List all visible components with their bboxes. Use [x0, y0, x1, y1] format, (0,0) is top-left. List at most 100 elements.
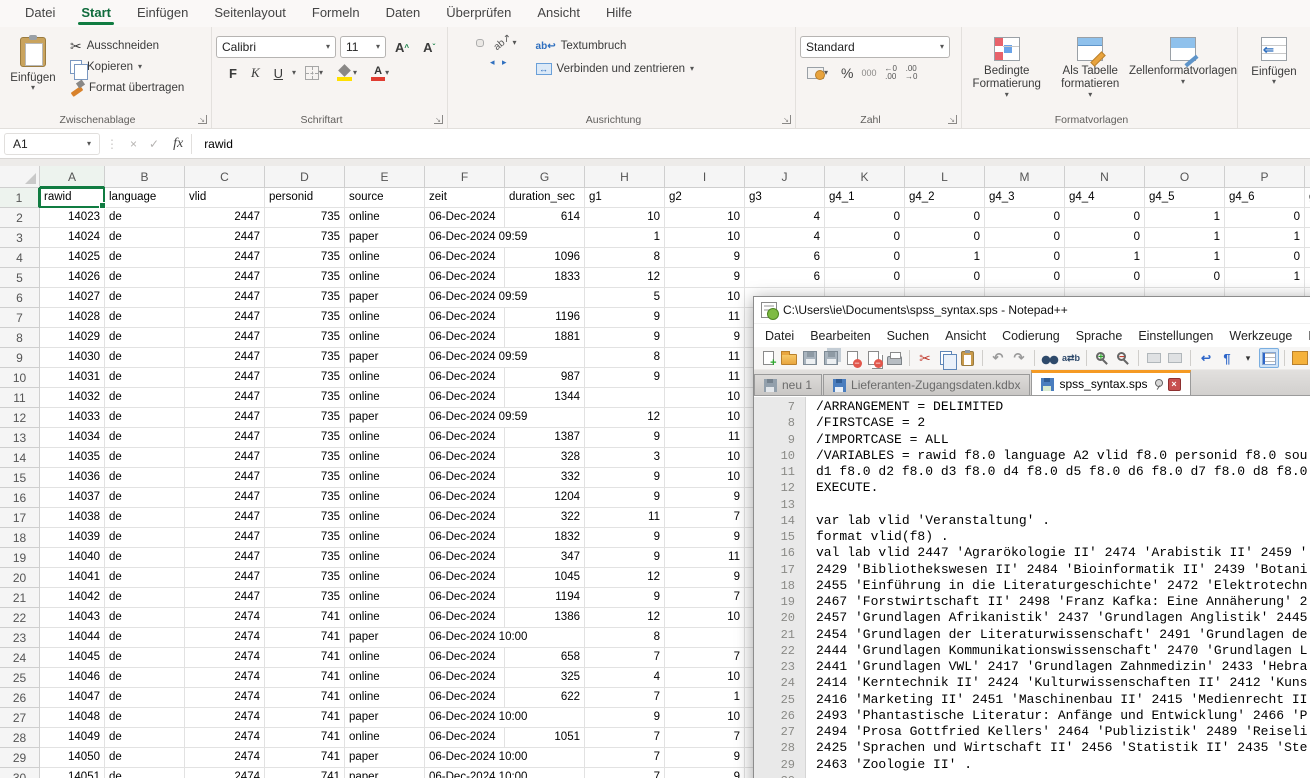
cell-H13[interactable]: 9 [585, 428, 665, 448]
cell-B25[interactable]: de [105, 668, 185, 688]
code-line[interactable]: 2463 'Zoologie II' . [816, 757, 1310, 773]
font-size-select[interactable]: 11▾ [340, 36, 386, 58]
ribbon-tab-start[interactable]: Start [68, 0, 124, 27]
row-header-15[interactable]: 15 [0, 468, 40, 488]
cell-F9[interactable]: 06-Dec-2024 09:59 [425, 348, 505, 368]
cell-C7[interactable]: 2447 [185, 308, 265, 328]
code-line[interactable]: 2441 'Grundlagen VWL' 2417 'Grundlagen Z… [816, 659, 1310, 675]
cell-H15[interactable]: 9 [585, 468, 665, 488]
cell-I23[interactable] [665, 628, 745, 648]
cell-O4[interactable]: 1 [1145, 248, 1225, 268]
notepad-window[interactable]: C:\Users\ie\Documents\spss_syntax.sps - … [753, 296, 1310, 778]
cell-E6[interactable]: paper [345, 288, 425, 308]
cell-B15[interactable]: de [105, 468, 185, 488]
cell-I19[interactable]: 11 [665, 548, 745, 568]
code-line[interactable]: EXECUTE. [816, 480, 1310, 496]
find-button[interactable] [1040, 348, 1060, 368]
sync-scroll-h-button[interactable] [1165, 348, 1185, 368]
row-header-19[interactable]: 19 [0, 548, 40, 568]
comma-style-button[interactable]: 000 [861, 68, 876, 78]
row-header-12[interactable]: 12 [0, 408, 40, 428]
code-line[interactable]: /ARRANGEMENT = DELIMITED [816, 399, 1310, 415]
borders-button[interactable]: ▾ [300, 65, 328, 81]
cell-D16[interactable]: 735 [265, 488, 345, 508]
menu-item-codierung[interactable]: Codierung [994, 326, 1068, 346]
align-left-button[interactable] [452, 54, 460, 62]
cell-H25[interactable]: 4 [585, 668, 665, 688]
cell-D1[interactable]: personid [265, 188, 345, 208]
column-header-A[interactable]: A [40, 166, 105, 188]
pin-icon[interactable] [1153, 378, 1163, 390]
row-header-25[interactable]: 25 [0, 668, 40, 688]
cell-C24[interactable]: 2474 [185, 648, 265, 668]
cell-E22[interactable]: online [345, 608, 425, 628]
cell-L1[interactable]: g4_2 [905, 188, 985, 208]
cell-C18[interactable]: 2447 [185, 528, 265, 548]
zoom-out-button[interactable] [1113, 348, 1133, 368]
cell-A18[interactable]: 14039 [40, 528, 105, 548]
line-number[interactable]: 12 [754, 480, 805, 496]
cell-E9[interactable]: paper [345, 348, 425, 368]
align-right-button[interactable] [476, 54, 484, 62]
cell-I7[interactable]: 11 [665, 308, 745, 328]
tab-close-button[interactable]: × [1168, 378, 1181, 391]
underline-button[interactable]: U [269, 65, 288, 82]
cell-G28[interactable]: 1051 [505, 728, 585, 748]
cell-Q5[interactable] [1305, 268, 1310, 288]
increase-indent-button[interactable] [500, 54, 508, 62]
cell-C1[interactable]: vlid [185, 188, 265, 208]
copy-button[interactable]: Kopieren ▾ [66, 58, 188, 76]
cell-D17[interactable]: 735 [265, 508, 345, 528]
cell-H20[interactable]: 12 [585, 568, 665, 588]
cell-E21[interactable]: online [345, 588, 425, 608]
paragraph-button[interactable]: ¶ [1217, 348, 1237, 368]
cell-N4[interactable]: 1 [1065, 248, 1145, 268]
code-line[interactable]: 2493 'Phantastische Literatur: Anfänge u… [816, 708, 1310, 724]
cell-H14[interactable]: 3 [585, 448, 665, 468]
cell-N3[interactable]: 0 [1065, 228, 1145, 248]
redo-button[interactable]: ↷ [1009, 348, 1029, 368]
cell-E25[interactable]: online [345, 668, 425, 688]
cell-G7[interactable]: 1196 [505, 308, 585, 328]
dialog-launcher-icon[interactable] [782, 115, 791, 124]
cell-F22[interactable]: 06-Dec-2024 [425, 608, 505, 628]
cell-I8[interactable]: 9 [665, 328, 745, 348]
cell-B18[interactable]: de [105, 528, 185, 548]
cell-D20[interactable]: 735 [265, 568, 345, 588]
cell-B5[interactable]: de [105, 268, 185, 288]
cell-D7[interactable]: 735 [265, 308, 345, 328]
cell-F12[interactable]: 06-Dec-2024 09:59 [425, 408, 505, 428]
cell-L3[interactable]: 0 [905, 228, 985, 248]
cell-O2[interactable]: 1 [1145, 208, 1225, 228]
cell-A9[interactable]: 14030 [40, 348, 105, 368]
save-button[interactable] [800, 348, 820, 368]
new-file-button[interactable] [758, 348, 778, 368]
line-number[interactable]: 21 [754, 627, 805, 643]
line-number[interactable]: 11 [754, 464, 805, 480]
cell-L4[interactable]: 1 [905, 248, 985, 268]
column-header-J[interactable]: J [745, 166, 825, 188]
code-line[interactable]: 2467 'Forstwirtschaft II' 2498 'Franz Ka… [816, 594, 1310, 610]
cell-C2[interactable]: 2447 [185, 208, 265, 228]
cell-C30[interactable]: 2474 [185, 768, 265, 778]
line-number[interactable]: 14 [754, 513, 805, 529]
cell-G17[interactable]: 322 [505, 508, 585, 528]
column-header-L[interactable]: L [905, 166, 985, 188]
cell-B7[interactable]: de [105, 308, 185, 328]
cell-D14[interactable]: 735 [265, 448, 345, 468]
cell-H6[interactable]: 5 [585, 288, 665, 308]
cell-E26[interactable]: online [345, 688, 425, 708]
cell-H16[interactable]: 9 [585, 488, 665, 508]
cell-C13[interactable]: 2447 [185, 428, 265, 448]
cell-F26[interactable]: 06-Dec-2024 [425, 688, 505, 708]
cell-I9[interactable]: 11 [665, 348, 745, 368]
cell-F28[interactable]: 06-Dec-2024 [425, 728, 505, 748]
cell-F5[interactable]: 06-Dec-2024 [425, 268, 505, 288]
cell-D6[interactable]: 735 [265, 288, 345, 308]
menu-item-makros[interactable]: Makros [1300, 326, 1310, 346]
line-number[interactable]: 28 [754, 740, 805, 756]
cell-J2[interactable]: 4 [745, 208, 825, 228]
cell-D5[interactable]: 735 [265, 268, 345, 288]
cell-B21[interactable]: de [105, 588, 185, 608]
cell-G5[interactable]: 1833 [505, 268, 585, 288]
